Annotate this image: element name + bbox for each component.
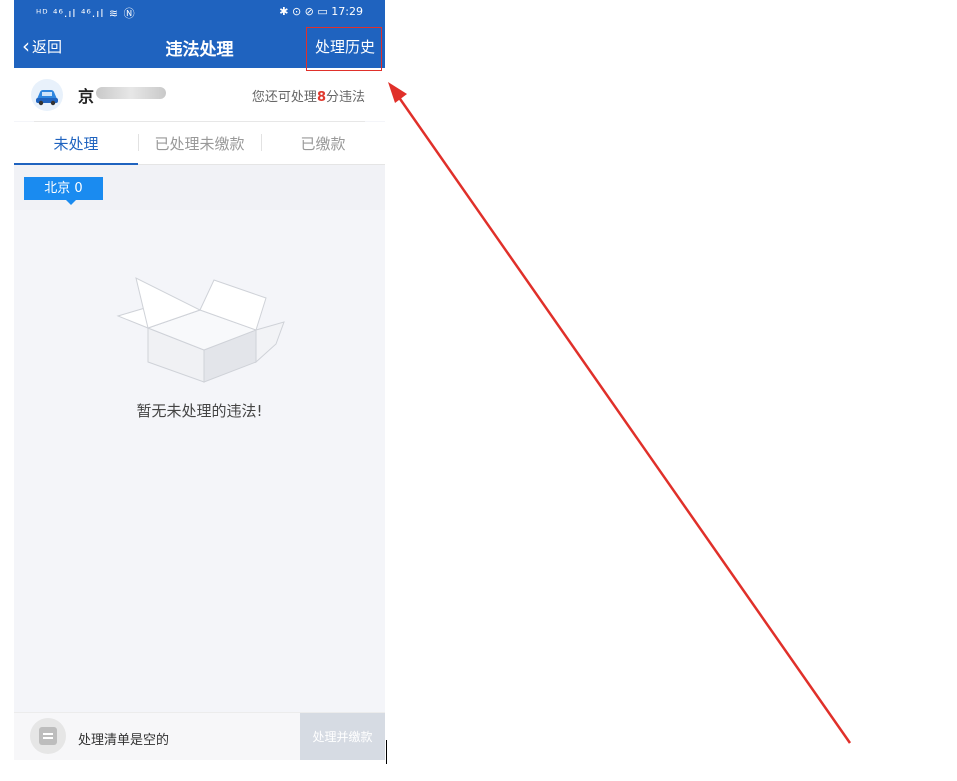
text-cursor bbox=[386, 740, 387, 764]
points-suffix: 分违法 bbox=[325, 90, 365, 105]
plate-number: 京 bbox=[78, 87, 95, 106]
cart-button[interactable] bbox=[30, 718, 66, 754]
clock: 17:29 bbox=[331, 5, 363, 18]
tab-processed-unpaid[interactable]: 已处理未缴款 bbox=[138, 133, 261, 154]
process-and-pay-button[interactable]: 处理并缴款 bbox=[300, 713, 385, 760]
tab-paid[interactable]: 已缴款 bbox=[261, 133, 385, 154]
status-bar: ᴴᴰ ⁴⁶.ıl ⁴⁶.ıl ≋ Ⓝ ✱ ⊙ ⊘ ▭ 17:29 bbox=[14, 0, 385, 25]
list-icon bbox=[39, 727, 57, 745]
status-tabs: 未处理 已处理未缴款 已缴款 bbox=[14, 122, 385, 165]
vehicle-row[interactable]: 京 您还可处理8分违法 bbox=[14, 68, 385, 121]
empty-state-message: 暂无未处理的违法! bbox=[136, 402, 263, 420]
cart-status: 处理清单是空的 bbox=[78, 733, 170, 748]
phone-screen: ᴴᴰ ⁴⁶.ıl ⁴⁶.ıl ≋ Ⓝ ✱ ⊙ ⊘ ▭ 17:29 ‹ 返回 违法… bbox=[14, 0, 385, 760]
bottom-bar: 处理清单是空的 处理并缴款 bbox=[14, 712, 385, 760]
points-prefix: 您还可处理 bbox=[251, 90, 317, 105]
plate-redaction bbox=[96, 87, 166, 99]
region-bar: 北京 0 bbox=[14, 165, 385, 210]
points-remaining: 您还可处理8分违法 bbox=[252, 86, 365, 105]
empty-box-icon bbox=[116, 277, 285, 383]
region-tag-beijing[interactable]: 北京 0 bbox=[24, 177, 103, 205]
points-value: 8 bbox=[316, 90, 326, 105]
signal-icons: ᴴᴰ ⁴⁶.ıl ⁴⁶.ıl ≋ Ⓝ bbox=[36, 7, 136, 20]
tab-unprocessed[interactable]: 未处理 bbox=[14, 133, 138, 154]
car-icon bbox=[31, 79, 63, 111]
status-right: ✱ ⊙ ⊘ ▭ 17:29 bbox=[279, 5, 363, 18]
system-icons: ✱ ⊙ ⊘ ▭ bbox=[279, 5, 328, 18]
annotation-highlight-box bbox=[306, 27, 382, 71]
